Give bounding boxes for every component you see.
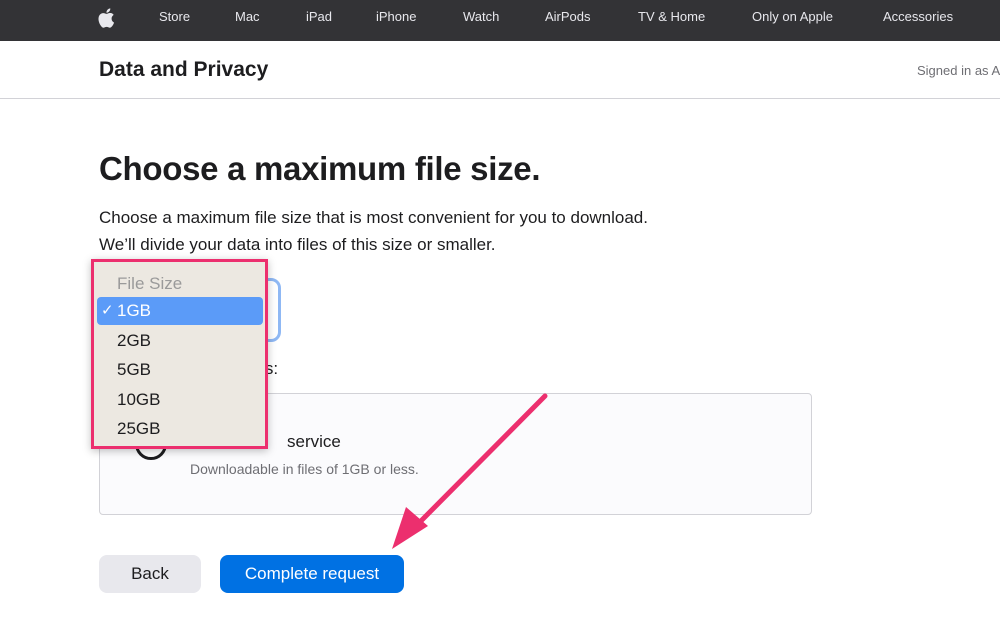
- back-button[interactable]: Back: [99, 555, 201, 593]
- nav-item-mac[interactable]: Mac: [235, 0, 260, 34]
- sub-nav: Data and Privacy Signed in as A: [0, 41, 1000, 99]
- dropdown-option-1gb[interactable]: ✓ 1GB: [97, 297, 263, 325]
- dropdown-option-5gb[interactable]: 5GB: [97, 356, 263, 384]
- description-line-2: We’ll divide your data into files of thi…: [99, 235, 496, 254]
- apple-logo-icon[interactable]: [97, 8, 115, 28]
- file-size-dropdown-menu: File Size ✓ 1GB 2GB 5GB 10GB 25GB: [91, 259, 268, 449]
- page-section-title[interactable]: Data and Privacy: [99, 58, 268, 82]
- nav-item-watch[interactable]: Watch: [463, 0, 499, 34]
- complete-request-button[interactable]: Complete request: [220, 555, 404, 593]
- signed-in-text: Signed in as A: [917, 63, 1000, 78]
- nav-item-accessories[interactable]: Accessories: [883, 0, 953, 34]
- global-nav: Store Mac iPad iPhone Watch AirPods TV &…: [0, 0, 1000, 41]
- nav-item-only-on-apple[interactable]: Only on Apple: [752, 0, 833, 34]
- dropdown-option-10gb[interactable]: 10GB: [97, 386, 263, 414]
- dropdown-option-2gb[interactable]: 2GB: [97, 327, 263, 355]
- option-subtitle: Downloadable in files of 1GB or less.: [190, 461, 419, 477]
- nav-item-airpods[interactable]: AirPods: [545, 0, 591, 34]
- description-line-1: Choose a maximum file size that is most …: [99, 208, 648, 227]
- dropdown-header: File Size: [117, 274, 183, 293]
- nav-item-store[interactable]: Store: [159, 0, 190, 34]
- page-title: Choose a maximum file size.: [99, 150, 541, 187]
- nav-item-ipad[interactable]: iPad: [306, 0, 332, 34]
- nav-item-iphone[interactable]: iPhone: [376, 0, 416, 34]
- dropdown-option-25gb[interactable]: 25GB: [97, 415, 263, 443]
- checkmark-icon: ✓: [101, 302, 114, 319]
- option-title: service: [287, 432, 341, 451]
- nav-item-tv-home[interactable]: TV & Home: [638, 0, 705, 34]
